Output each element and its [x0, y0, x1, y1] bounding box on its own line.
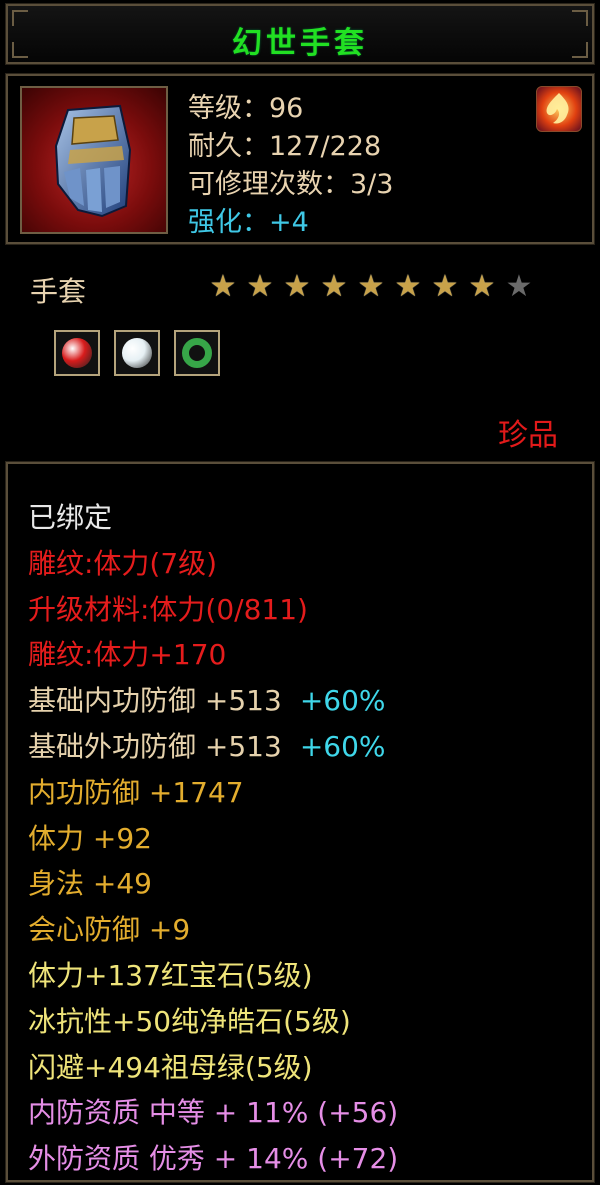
star-filled-icon: ★: [394, 269, 422, 304]
star-filled-icon: ★: [431, 269, 459, 304]
attribute-text: 基础内功防御 +513: [28, 684, 282, 718]
attribute-text: 闪避+494祖母绿(5级): [28, 1050, 313, 1084]
star-filled-icon: ★: [357, 269, 385, 304]
star-filled-icon: ★: [320, 269, 348, 304]
item-level: 等级：96: [188, 93, 304, 124]
attribute-text: 雕纹:体力+170: [28, 638, 227, 672]
attribute-text: 雕纹:体力(7级): [28, 546, 218, 580]
attribute-line: 内防资质 中等 + 11% (+56): [28, 1090, 578, 1136]
item-durability: 耐久：127/228: [188, 131, 382, 162]
emerald-ring-icon[interactable]: [174, 330, 220, 376]
attribute-line: 雕纹:体力(7级): [28, 541, 578, 587]
flame-icon: [536, 86, 582, 132]
attribute-line: 基础内功防御 +513 +60%: [28, 678, 578, 724]
star-filled-icon: ★: [209, 269, 237, 304]
ruby-gem-icon[interactable]: [54, 330, 100, 376]
item-type-label: 手套: [30, 275, 87, 308]
item-title: 幻世手套: [232, 26, 368, 61]
attribute-line: 身法 +49: [28, 861, 578, 907]
star-filled-icon: ★: [246, 269, 274, 304]
item-header-panel: 等级：96 耐久：127/228 可修理次数：3/3 强化：+4: [5, 73, 595, 245]
attribute-text: 体力+137红宝石(5级): [28, 958, 313, 992]
star-rating: ★ ★ ★ ★ ★ ★ ★ ★ ★: [208, 272, 534, 302]
rarity-label: 珍品: [498, 418, 558, 453]
attribute-line: 升级材料:体力(0/811): [28, 587, 578, 633]
attribute-text: 内防资质 中等 + 11% (+56): [28, 1096, 399, 1130]
attribute-bonus: +60%: [299, 684, 386, 718]
title-bar: 幻世手套: [5, 3, 595, 65]
star-empty-icon: ★: [505, 269, 533, 304]
attribute-text: 身法 +49: [28, 867, 152, 901]
attribute-text: 升级材料:体力(0/811): [28, 592, 308, 626]
star-filled-icon: ★: [468, 269, 496, 304]
star-filled-icon: ★: [283, 269, 311, 304]
attribute-text: 已绑定: [28, 501, 113, 534]
attribute-text: 体力 +92: [28, 821, 152, 855]
attribute-line: 体力 +92: [28, 816, 578, 862]
attribute-text: 外防资质 优秀 + 14% (+72): [28, 1142, 399, 1176]
attribute-line: 闪避+494祖母绿(5级): [28, 1045, 578, 1091]
attribute-text: 基础外功防御 +513: [28, 729, 282, 763]
attribute-bonus: +60%: [299, 729, 386, 763]
attribute-line: 雕纹:体力+170: [28, 632, 578, 678]
item-repair-count: 可修理次数：3/3: [188, 169, 394, 200]
attribute-line: 冰抗性+50纯净皓石(5级): [28, 999, 578, 1045]
item-attributes: 已绑定雕纹:体力(7级) 升级材料:体力(0/811) 雕纹:体力+170 基础内功防…: [28, 495, 578, 1182]
diamond-gem-icon[interactable]: [114, 330, 160, 376]
socketed-gems: [54, 330, 220, 376]
gem-core: [62, 338, 92, 368]
attribute-line: 基础外功防御 +513 +60%: [28, 724, 578, 770]
item-enhance: 强化：+4: [188, 207, 309, 238]
attribute-text: 内功防御 +1747: [28, 775, 244, 809]
attribute-line: 内功防御 +1747: [28, 770, 578, 816]
gem-core: [182, 338, 212, 368]
attribute-line: 外防资质 优秀 + 14% (+72): [28, 1136, 578, 1182]
gauntlet-icon: [20, 86, 168, 234]
gem-core: [122, 338, 152, 368]
attribute-line: 已绑定: [28, 495, 578, 541]
attribute-text: 冰抗性+50纯净皓石(5级): [28, 1004, 351, 1038]
attribute-line: 体力+137红宝石(5级): [28, 953, 578, 999]
attribute-line: 会心防御 +9: [28, 907, 578, 953]
attribute-text: 会心防御 +9: [28, 913, 191, 947]
